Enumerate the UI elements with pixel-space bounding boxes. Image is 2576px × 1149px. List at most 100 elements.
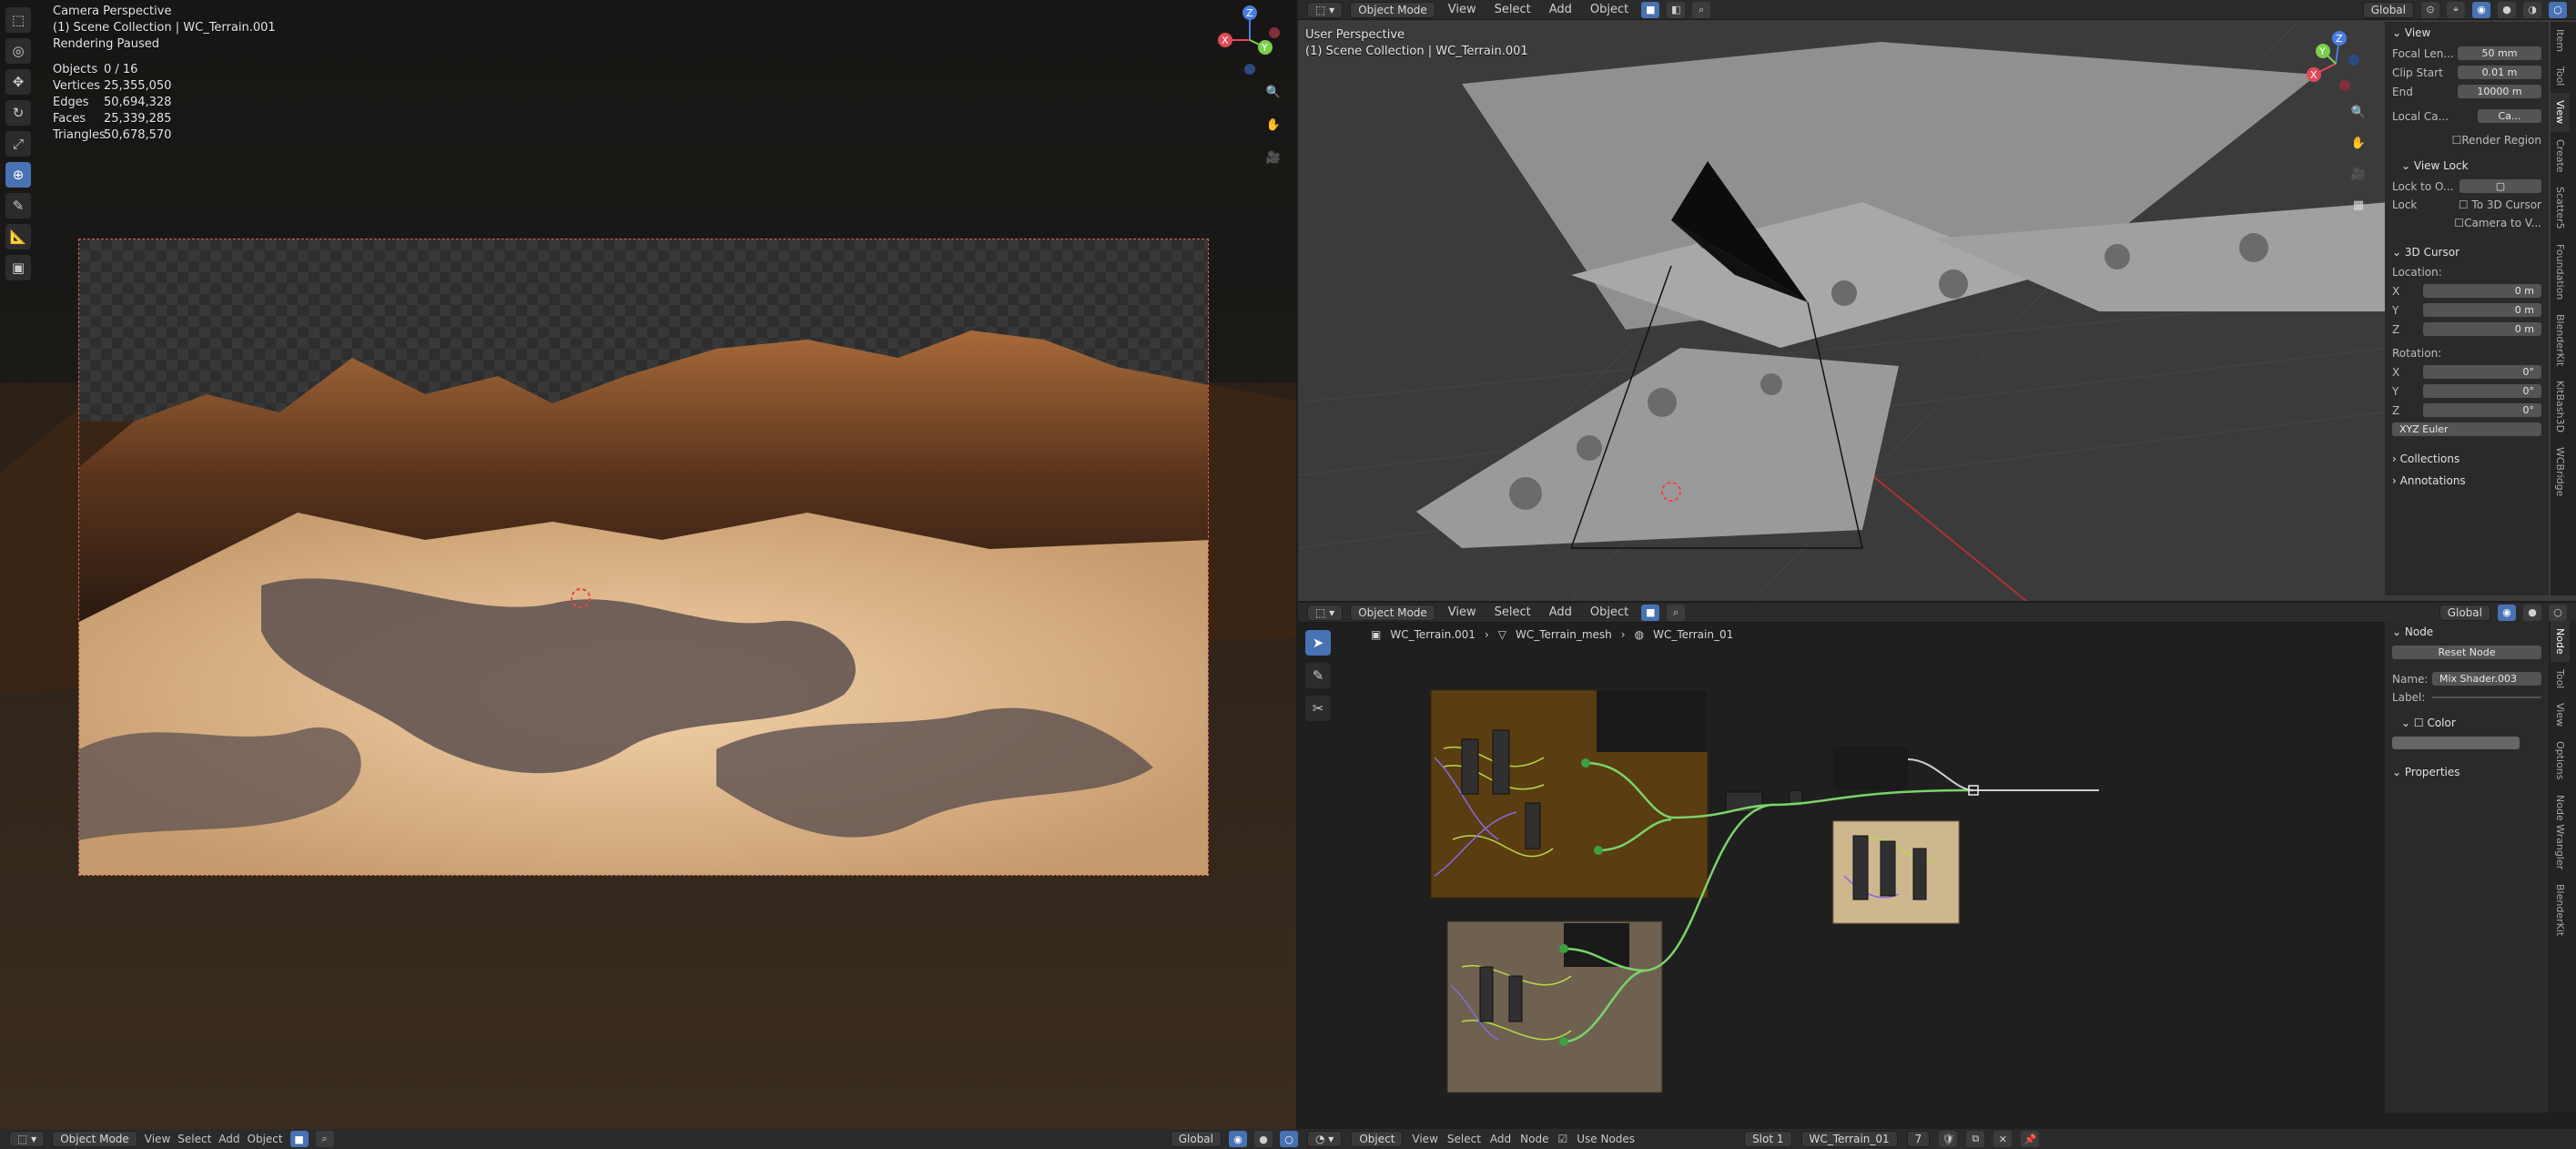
pivot-icon[interactable]: ⊙	[2421, 1, 2439, 18]
tab-node[interactable]: Node	[2551, 621, 2570, 662]
user-count[interactable]: 7	[1906, 1131, 1931, 1147]
menu-view[interactable]: View	[145, 1133, 170, 1145]
orientation-dropdown[interactable]: Global	[1170, 1131, 1222, 1147]
orientation-dropdown[interactable]: Global	[2439, 604, 2490, 621]
tab-item[interactable]: Item	[2551, 22, 2570, 59]
select-mode-icon[interactable]: ■	[289, 1131, 309, 1147]
navigation-gizmo[interactable]: Z X Y	[2299, 27, 2378, 100]
cursor-location-y[interactable]: 0 m	[2423, 303, 2541, 317]
tab-scatter5[interactable]: Scatter5	[2551, 179, 2570, 237]
menu-add[interactable]: Add	[218, 1133, 239, 1145]
node-graph[interactable]	[1298, 603, 2390, 1129]
panel-section-view[interactable]: ⌄ View	[2385, 22, 2549, 44]
tab-node-wrangler[interactable]: Node Wrangler	[2551, 788, 2570, 877]
grid-view-icon[interactable]: ▦	[2347, 193, 2370, 217]
move-icon[interactable]: ✥	[5, 69, 31, 95]
camera-view-icon[interactable]: 🎥	[1262, 146, 1285, 169]
annotate-icon[interactable]: ✎	[5, 193, 31, 219]
cursor-rotation-x[interactable]: 0°	[2423, 365, 2541, 379]
tab-tool[interactable]: Tool	[2551, 662, 2570, 696]
shader-type-dropdown[interactable]: ◔ ▾	[1307, 1131, 1343, 1147]
menu-select[interactable]: Select	[1447, 1133, 1481, 1145]
editor-type-dropdown[interactable]: ⬚ ▾	[1307, 1, 1344, 18]
orientation-dropdown[interactable]: Global	[2362, 1, 2414, 18]
render-region-checkbox[interactable]: ☐	[2452, 134, 2462, 147]
search-icon[interactable]: ⌕	[315, 1131, 334, 1147]
panel-section-color[interactable]: ⌄ ☐ Color	[2385, 712, 2549, 734]
panel-section-annotations[interactable]: › Annotations	[2385, 470, 2549, 492]
object-dropdown[interactable]: Object	[1351, 1131, 1404, 1147]
cursor-rotation-y[interactable]: 0°	[2423, 384, 2541, 398]
user-viewport[interactable]: ⬚ ▾ Object Mode View Select Add Object ■…	[1298, 0, 2576, 601]
pan-hand-icon[interactable]: ✋	[2347, 131, 2370, 155]
menu-object[interactable]: Object	[248, 1133, 283, 1145]
cursor-location-x[interactable]: 0 m	[2423, 284, 2541, 298]
material-shading-icon[interactable]: ◑	[2523, 1, 2541, 18]
menu-node[interactable]: Node	[1520, 1133, 1548, 1145]
render-shading-icon[interactable]: ○	[2549, 1, 2567, 18]
navigation-gizmo[interactable]: Z X Y	[1209, 4, 1291, 76]
focal-length-field[interactable]: 50 mm	[2458, 46, 2541, 60]
tab-blenderkit[interactable]: BlenderKit	[2551, 307, 2570, 373]
reset-node-button[interactable]: Reset Node	[2392, 646, 2541, 659]
material-dropdown[interactable]: WC_Terrain_01	[1800, 1131, 1898, 1147]
menu-view[interactable]: View	[1412, 1133, 1437, 1145]
select-box-icon[interactable]: ⬚	[5, 7, 31, 33]
close-icon[interactable]: ✕	[1993, 1131, 2013, 1147]
panel-section-node[interactable]: ⌄ Node	[2385, 621, 2549, 643]
clip-end-field[interactable]: 10000 m	[2458, 85, 2541, 98]
editor-type-dropdown[interactable]: ⬚ ▾	[9, 1131, 46, 1147]
solid-shading-icon[interactable]: ●	[2523, 604, 2541, 621]
measure-icon[interactable]: 📐	[5, 224, 31, 249]
camera-to-view-checkbox[interactable]: ☐	[2454, 217, 2464, 229]
overlay-icon[interactable]: ◉	[1229, 1131, 1247, 1147]
node-editor[interactable]: ⬚ ▾ Object Mode View Select Add Object ■…	[1298, 603, 2576, 1129]
pin-icon[interactable]: 📌	[2021, 1131, 2040, 1147]
panel-section-3d-cursor[interactable]: ⌄ 3D Cursor	[2385, 241, 2549, 263]
cursor-location-z[interactable]: 0 m	[2423, 322, 2541, 336]
menu-add[interactable]: Add	[1490, 1133, 1511, 1145]
render-shading-icon[interactable]: ○	[1280, 1131, 1298, 1147]
tab-blenderkit[interactable]: BlenderKit	[2551, 877, 2570, 943]
duplicate-icon[interactable]: ⧉	[1966, 1131, 1985, 1147]
camera-viewport[interactable]: Camera Perspective (1) Scene Collection …	[0, 0, 1296, 1129]
overlay-icon[interactable]: ◉	[2498, 604, 2516, 621]
zoom-icon[interactable]: 🔍	[2347, 100, 2370, 124]
menu-select[interactable]: Select	[177, 1133, 211, 1145]
select-extend-icon[interactable]: ◧	[1667, 1, 1686, 18]
render-shading-icon[interactable]: ○	[2549, 604, 2567, 621]
to-3d-cursor-checkbox[interactable]: ☐	[2459, 198, 2472, 211]
scale-icon[interactable]: ⤢	[5, 131, 31, 157]
cursor-rotation-z[interactable]: 0°	[2423, 403, 2541, 417]
clip-start-field[interactable]: 0.01 m	[2458, 66, 2541, 79]
tab-foundation[interactable]: Foundation	[2551, 237, 2570, 307]
menu-add[interactable]: Add	[1544, 3, 1577, 16]
panel-section-collections[interactable]: › Collections	[2385, 448, 2549, 470]
use-nodes-checkbox[interactable]: ☑	[1557, 1133, 1567, 1145]
cursor-icon[interactable]: ◎	[5, 38, 31, 64]
tab-view[interactable]: View	[2551, 696, 2570, 734]
tab-view[interactable]: View	[2551, 93, 2570, 132]
tab-create[interactable]: Create	[2551, 132, 2570, 180]
mode-dropdown[interactable]: Object Mode	[1350, 1, 1435, 18]
solid-shading-icon[interactable]: ●	[1254, 1131, 1273, 1147]
node-name-field[interactable]: Mix Shader.003	[2432, 672, 2541, 686]
menu-view[interactable]: View	[1443, 3, 1482, 16]
overlay-icon[interactable]: ◉	[2472, 1, 2490, 18]
rotate-icon[interactable]: ↻	[5, 100, 31, 126]
tab-wcbridge[interactable]: WCBridge	[2551, 440, 2570, 503]
tab-tool[interactable]: Tool	[2551, 59, 2570, 93]
menu-select[interactable]: Select	[1489, 3, 1536, 16]
node-color-swatch[interactable]	[2392, 737, 2520, 749]
solid-shading-icon[interactable]: ●	[2498, 1, 2516, 18]
node-label-field[interactable]	[2432, 697, 2541, 698]
transform-icon[interactable]: ⊕	[5, 162, 31, 188]
tab-options[interactable]: Options	[2551, 734, 2570, 787]
camera-view-icon[interactable]: 🎥	[2347, 162, 2370, 186]
lock-object-field[interactable]: ▢	[2459, 179, 2541, 193]
menu-object[interactable]: Object	[1585, 3, 1634, 16]
rotation-mode-dropdown[interactable]: XYZ Euler	[2392, 422, 2541, 436]
add-cube-icon[interactable]: ▣	[5, 255, 31, 280]
panel-section-view-lock[interactable]: ⌄ View Lock	[2385, 155, 2549, 177]
fake-user-icon[interactable]: 🛡	[1939, 1131, 1958, 1147]
